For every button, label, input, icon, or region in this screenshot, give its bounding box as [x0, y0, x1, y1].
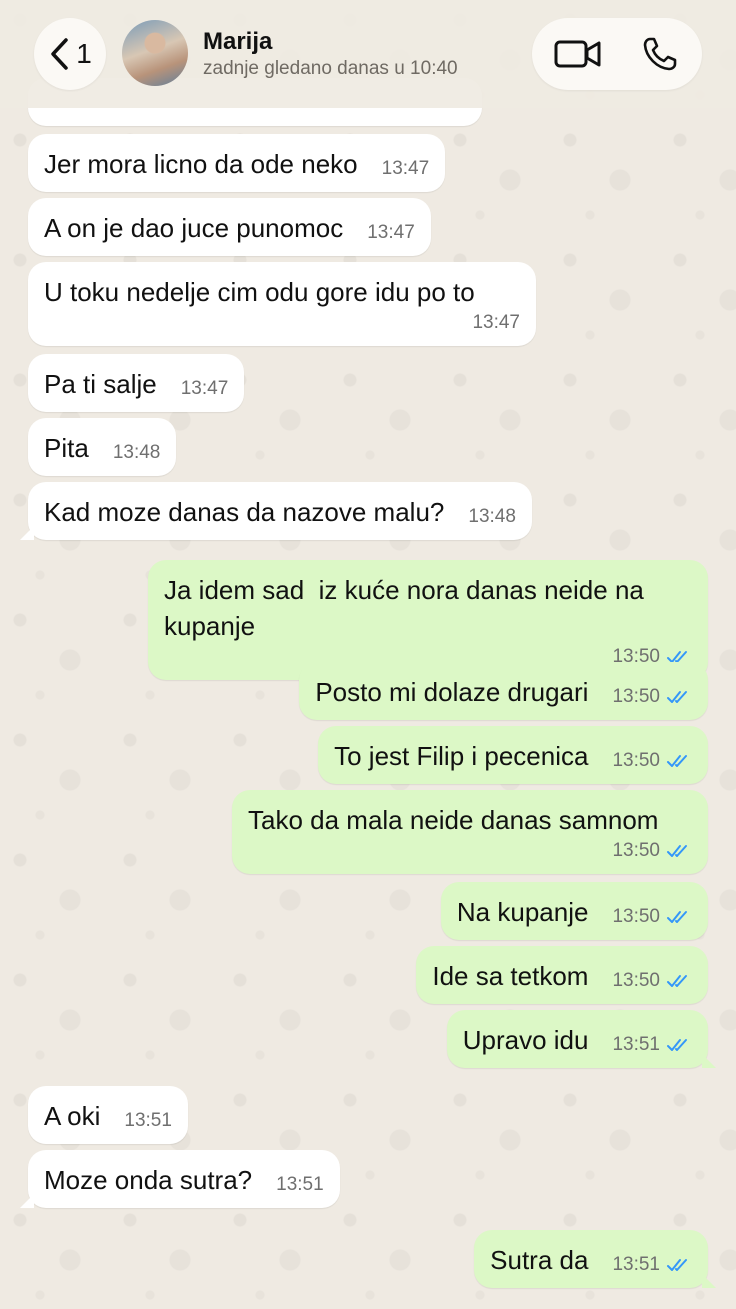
message-meta: 13:48 [113, 440, 161, 466]
message-time: 13:50 [612, 750, 660, 771]
message-time: 13:47 [180, 378, 229, 399]
double-check-icon [667, 1259, 687, 1271]
message-bubble[interactable]: Posto mi dolaze drugari 13:50 [299, 662, 708, 720]
message-meta: 13:47 [68, 310, 520, 336]
video-call-icon[interactable] [554, 38, 602, 70]
message-text: Upravo idu [462, 1025, 589, 1055]
message-bubble[interactable]: Moze onda sutra? 13:51 [20, 1150, 340, 1208]
message-time: 13:47 [367, 222, 415, 243]
message-bubble[interactable]: Pita 13:48 [28, 418, 177, 476]
message-time: 13:50 [612, 686, 660, 707]
phone-call-icon[interactable] [642, 36, 678, 72]
message-text: Jer mora licno da ode neko [44, 149, 358, 179]
message-text: Pita [44, 433, 89, 463]
message-meta: 13:50 [272, 838, 692, 864]
message-time: 13:50 [612, 970, 660, 991]
message-text: Kad moze danas da nazove malu? [44, 497, 445, 527]
message-time: 13:47 [472, 312, 520, 333]
message-time: 13:51 [612, 1034, 660, 1055]
message-text: Ja idem sad iz kuće nora danas neide na … [164, 575, 652, 641]
message-time: 13:50 [612, 906, 660, 927]
message-time: 13:48 [468, 506, 516, 527]
message-text: U toku nedelje cim odu gore idu po to [44, 277, 475, 307]
message-bubble[interactable]: To jest Filip i pecenica 13:50 [318, 726, 708, 784]
message-meta: 13:47 [181, 376, 229, 402]
message-meta: 13:50 [612, 684, 692, 710]
contact-avatar[interactable] [122, 20, 188, 86]
message-bubble[interactable]: Na kupanje 13:50 [440, 882, 708, 940]
message-text: Sutra da [490, 1245, 589, 1275]
message-meta: 13:50 [612, 748, 692, 774]
message-meta: 13:50 [612, 904, 692, 930]
message-bubble[interactable]: Jer mora licno da ode neko 13:47 [28, 134, 446, 192]
double-check-icon [667, 911, 687, 923]
message-time: 13:51 [124, 1110, 172, 1131]
message-meta: 13:50 [612, 968, 692, 994]
message-meta: 13:48 [468, 504, 516, 530]
message-time: 13:48 [112, 442, 161, 463]
message-text: A on je dao juce punomoc [44, 213, 344, 243]
double-check-icon [667, 755, 687, 767]
message-bubble[interactable]: A oki 13:51 [28, 1086, 188, 1144]
unread-count: 1 [76, 38, 92, 69]
back-button[interactable]: 1 [34, 18, 106, 90]
message-bubble[interactable]: Upravo idu 13:51 [446, 1010, 717, 1068]
message-text: To jest Filip i pecenica [334, 741, 589, 771]
contact-name[interactable]: Marija [203, 28, 272, 56]
message-meta: 13:51 [124, 1108, 172, 1134]
double-check-icon [667, 1039, 687, 1051]
double-check-icon [667, 845, 687, 857]
message-bubble[interactable]: U toku nedelje cim odu gore idu po to 13… [28, 262, 536, 346]
message-text: Pa ti salje [44, 369, 157, 399]
last-seen-status: zadnje gledano danas u 10:40 [203, 58, 458, 79]
message-text: Na kupanje [456, 897, 589, 927]
message-bubble[interactable]: Sutra da 13:51 [474, 1230, 716, 1288]
chevron-left-icon [51, 38, 68, 70]
message-text: Ide sa tetkom [432, 961, 589, 991]
message-text: Posto mi dolaze drugari [315, 677, 589, 707]
double-check-icon [667, 691, 687, 703]
message-bubble[interactable]: Pa ti salje 13:47 [28, 354, 245, 412]
message-time: 13:50 [612, 840, 660, 861]
message-meta: 13:51 [276, 1172, 324, 1198]
message-meta: 13:47 [382, 156, 430, 182]
double-check-icon [667, 975, 687, 987]
message-meta: 13:51 [612, 1032, 692, 1058]
message-bubble[interactable]: Tako da mala neide danas samnom 13:50 [232, 790, 708, 874]
message-text: A oki [44, 1101, 101, 1131]
message-bubble[interactable]: Kad moze danas da nazove malu? 13:48 [20, 482, 532, 540]
message-meta: 13:47 [367, 220, 415, 246]
message-text: Moze onda sutra? [44, 1165, 253, 1195]
message-time: 13:51 [612, 1254, 660, 1275]
message-time: 13:47 [381, 158, 430, 179]
message-meta: 13:51 [612, 1252, 692, 1278]
message-bubble[interactable]: A on je dao juce punomoc 13:47 [28, 198, 431, 256]
message-time: 13:51 [276, 1174, 324, 1195]
chat-header: 1 Marija zadnje gledano danas u 10:40 [0, 0, 736, 108]
message-bubble[interactable]: Ide sa tetkom 13:50 [416, 946, 708, 1004]
call-actions [532, 18, 702, 90]
message-text: Tako da mala neide danas samnom [248, 805, 659, 835]
